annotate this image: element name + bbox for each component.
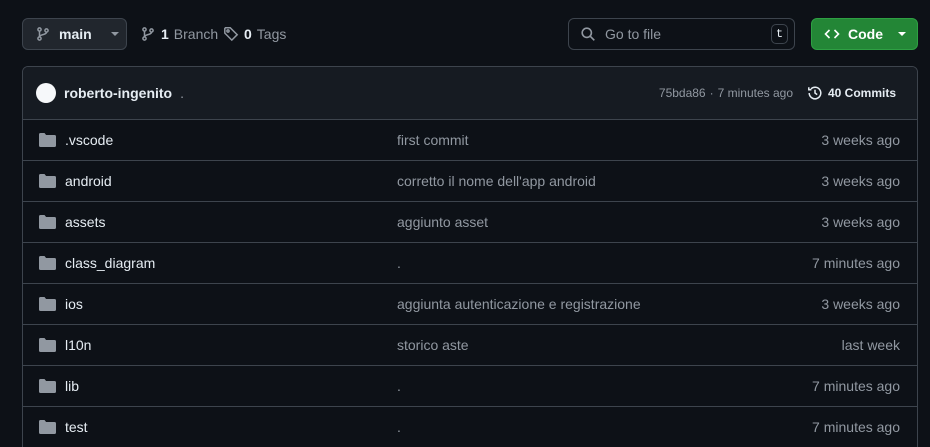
file-age: 3 weeks ago [821, 173, 900, 189]
file-name[interactable]: lib [65, 378, 79, 394]
folder-icon [39, 174, 56, 188]
commit-time: 7 minutes ago [717, 86, 793, 100]
code-icon [824, 26, 840, 42]
caret-down-icon [110, 31, 120, 37]
file-name[interactable]: l10n [65, 337, 91, 353]
search-icon [580, 26, 596, 42]
table-row: lib . 7 minutes ago [23, 366, 917, 407]
repo-toolbar: main 1 Branch 0 Tags Go to file t Code [22, 18, 918, 50]
commit-author[interactable]: roberto-ingenito [64, 85, 172, 101]
file-name[interactable]: .vscode [65, 132, 113, 148]
commit-message[interactable]: . [180, 85, 184, 101]
branches-count: 1 [161, 26, 169, 42]
git-branch-icon [140, 26, 156, 42]
table-row: class_diagram . 7 minutes ago [23, 243, 917, 284]
folder-icon [39, 133, 56, 147]
commits-history-link[interactable]: 40 Commits [807, 85, 896, 101]
table-row: test . 7 minutes ago [23, 407, 917, 447]
commit-info: 75bda86 · 7 minutes ago [659, 86, 793, 100]
file-age: 7 minutes ago [812, 378, 900, 394]
file-name[interactable]: ios [65, 296, 83, 312]
tags-link[interactable]: 0 Tags [223, 18, 286, 50]
keyboard-shortcut-hint: t [771, 24, 788, 44]
file-age: last week [841, 337, 900, 353]
folder-icon [39, 256, 56, 270]
file-commit-message[interactable]: . [397, 255, 401, 271]
file-name[interactable]: assets [65, 214, 105, 230]
table-row: android corretto il nome dell'app androi… [23, 161, 917, 202]
folder-icon [39, 379, 56, 393]
file-commit-message[interactable]: . [397, 378, 401, 394]
tag-icon [223, 26, 239, 42]
file-age: 3 weeks ago [821, 296, 900, 312]
file-commit-message[interactable]: first commit [397, 132, 469, 148]
search-placeholder: Go to file [605, 26, 662, 42]
file-age: 3 weeks ago [821, 214, 900, 230]
table-row: ios aggiunta autenticazione e registrazi… [23, 284, 917, 325]
file-rows: .vscode first commit 3 weeks ago android… [23, 120, 917, 447]
file-commit-message[interactable]: storico aste [397, 337, 469, 353]
commit-sha[interactable]: 75bda86 [659, 86, 706, 100]
file-age: 7 minutes ago [812, 419, 900, 435]
table-row: .vscode first commit 3 weeks ago [23, 120, 917, 161]
table-row: l10n storico aste last week [23, 325, 917, 366]
caret-down-icon [897, 31, 907, 37]
table-row: assets aggiunto asset 3 weeks ago [23, 202, 917, 243]
code-button[interactable]: Code [811, 18, 918, 50]
history-icon [807, 85, 823, 101]
file-commit-message[interactable]: aggiunta autenticazione e registrazione [397, 296, 641, 312]
folder-icon [39, 338, 56, 352]
file-commit-message[interactable]: . [397, 419, 401, 435]
avatar[interactable] [36, 83, 56, 103]
folder-icon [39, 420, 56, 434]
git-branch-icon [35, 26, 51, 42]
file-age: 3 weeks ago [821, 132, 900, 148]
folder-icon [39, 215, 56, 229]
branches-link[interactable]: 1 Branch [140, 18, 218, 50]
tags-label: Tags [256, 26, 287, 42]
file-name[interactable]: test [65, 419, 88, 435]
file-age: 7 minutes ago [812, 255, 900, 271]
file-list: roberto-ingenito . 75bda86 · 7 minutes a… [22, 66, 918, 447]
tags-count: 0 [244, 26, 252, 42]
file-commit-message[interactable]: corretto il nome dell'app android [397, 173, 596, 189]
latest-commit-bar: roberto-ingenito . 75bda86 · 7 minutes a… [23, 67, 917, 120]
commit-separator: · [709, 86, 714, 100]
branches-label: Branch [173, 26, 219, 42]
file-commit-message[interactable]: aggiunto asset [397, 214, 488, 230]
file-name[interactable]: android [65, 173, 112, 189]
branch-select-button[interactable]: main [22, 18, 127, 50]
commits-count-label: 40 Commits [827, 86, 896, 100]
file-name[interactable]: class_diagram [65, 255, 155, 271]
code-button-label: Code [848, 26, 883, 42]
branch-name: main [59, 26, 92, 42]
folder-icon [39, 297, 56, 311]
go-to-file-input[interactable]: Go to file t [568, 18, 795, 50]
